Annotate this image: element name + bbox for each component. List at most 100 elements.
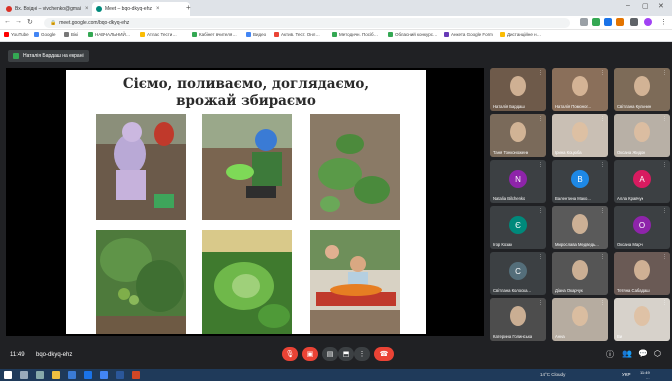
tile-more-icon[interactable]: ⋮ (538, 254, 543, 260)
bookmark-item[interactable]: Анкета Google Form (444, 32, 493, 37)
tile-more-icon[interactable]: ⋮ (600, 254, 605, 260)
captions-button[interactable]: ▤ (322, 347, 338, 361)
new-tab-button[interactable]: + (186, 3, 191, 12)
bookmark-item[interactable]: Атлас Тести… (140, 32, 177, 37)
participant-name: Natalia Bilchenko (493, 196, 526, 201)
tile-more-icon[interactable]: ⋮ (600, 300, 605, 306)
participant-tile[interactable]: ⋮ Світлана Кульчин (614, 68, 670, 111)
tile-more-icon[interactable]: ⋮ (662, 162, 667, 168)
extension-icon[interactable] (616, 18, 624, 26)
weather-widget[interactable]: 14°C Cloudy (540, 372, 565, 377)
tab-meet[interactable]: Meet – bqo-dkyq-ehz × (92, 2, 190, 16)
task-view-icon[interactable] (36, 371, 44, 379)
bookmark-icon (140, 32, 145, 37)
close-icon[interactable]: × (85, 6, 89, 12)
present-button[interactable]: ⬒ (338, 347, 354, 361)
present-icon: ⬒ (342, 351, 350, 358)
tile-more-icon[interactable]: ⋮ (600, 116, 605, 122)
bookmark-item[interactable]: Google (34, 32, 56, 37)
bookmark-item[interactable]: Видео (246, 32, 266, 37)
menu-icon[interactable]: ⋮ (660, 18, 667, 26)
participant-name: Оксана Жидок (617, 150, 646, 155)
forward-icon[interactable]: → (15, 18, 22, 25)
tab-gmail[interactable]: Вх. Вхідні – vivchenko@gmai × (2, 2, 98, 16)
tile-more-icon[interactable]: ⋮ (662, 70, 667, 76)
tile-more-icon[interactable]: ⋮ (600, 70, 605, 76)
participant-tile[interactable]: Є ⋮ Ігор Козак (490, 206, 546, 249)
file-explorer-icon[interactable] (52, 371, 60, 379)
participant-avatar: О (633, 216, 651, 234)
reload-icon[interactable]: ↻ (27, 18, 33, 26)
powerpoint-icon[interactable] (132, 371, 140, 379)
tile-more-icon[interactable]: ⋮ (538, 208, 543, 214)
participant-tile[interactable]: ⋮ Таня Тонконоженк (490, 114, 546, 157)
participant-tile[interactable]: В ⋮ Валентина Мако... (552, 160, 608, 203)
participant-tile[interactable]: ⋮ Ірина Коцюба (552, 114, 608, 157)
windows-start-icon[interactable] (4, 371, 12, 379)
language-indicator[interactable]: УКР (622, 372, 630, 377)
bookmark-item[interactable]: Вікі (64, 32, 78, 37)
bookmark-item[interactable]: Дистанційне н… (500, 32, 541, 37)
app-icon[interactable] (84, 371, 92, 379)
bookmark-item[interactable]: Обласний конкурс… (388, 32, 438, 37)
address-bar[interactable]: 🔒 meet.google.com/bqo-dkyq-ehz (44, 18, 570, 28)
bookmark-item[interactable]: YouTube (4, 32, 29, 37)
info-icon[interactable]: ⓘ (606, 349, 614, 360)
bookmark-icon (332, 32, 337, 37)
search-icon[interactable] (20, 371, 28, 379)
participant-face (572, 214, 588, 234)
camera-toggle-button[interactable]: ▣ (302, 347, 318, 361)
participant-tile[interactable]: ⋮ Наталія Бардаш (490, 68, 546, 111)
bookmark-item[interactable]: НАВЧАЛЬНИЙ… (88, 32, 130, 37)
bookmark-label: Анкета Google Form (451, 32, 493, 37)
participant-tile[interactable]: ⋮ Катерина Голинська (490, 298, 546, 341)
tile-more-icon[interactable]: ⋮ (662, 208, 667, 214)
people-icon[interactable]: 👥 (622, 349, 632, 358)
participant-name: Тетяна Сабадаш (617, 288, 650, 293)
participant-tile[interactable]: N ⋮ Natalia Bilchenko (490, 160, 546, 203)
bookmark-item[interactable]: Кабінет вчителя… (192, 32, 237, 37)
activities-icon[interactable]: ⬡ (654, 349, 661, 358)
tile-more-icon[interactable]: ⋮ (662, 254, 667, 260)
app-icon[interactable] (68, 371, 76, 379)
tile-more-icon[interactable]: ⋮ (662, 116, 667, 122)
chat-icon[interactable]: 💬 (638, 349, 648, 358)
participant-tile[interactable]: ⋮ Діана Окарчук (552, 252, 608, 295)
word-icon[interactable] (116, 371, 124, 379)
close-icon[interactable]: × (156, 6, 160, 12)
participant-tile[interactable]: С ⋮ Світлана Колоска... (490, 252, 546, 295)
mic-toggle-button[interactable]: 🎙 (282, 347, 298, 361)
participant-tile[interactable]: А ⋮ Алла Кравчук (614, 160, 670, 203)
tile-more-icon[interactable]: ⋮ (600, 208, 605, 214)
tile-more-icon[interactable]: ⋮ (538, 116, 543, 122)
bookmark-item[interactable]: Методичн. Посіб… (332, 32, 378, 37)
tile-more-icon[interactable]: ⋮ (600, 162, 605, 168)
participant-tile[interactable]: ⋮ Наталія Помоног... (552, 68, 608, 111)
chrome-icon[interactable] (100, 371, 108, 379)
leave-call-button[interactable]: ☎ (374, 347, 394, 361)
participant-face (572, 76, 588, 96)
tile-more-icon[interactable]: ⋮ (538, 70, 543, 76)
tile-more-icon[interactable]: ⋮ (538, 300, 543, 306)
participant-tile[interactable]: ⋮ Мирослава Медведь... (552, 206, 608, 249)
more-options-button[interactable]: ⋮ (354, 347, 370, 361)
system-clock[interactable]: 11:49 … (640, 370, 650, 380)
extension-icon[interactable] (604, 18, 612, 26)
participant-tile[interactable]: ⋮ Тетяна Сабадаш (614, 252, 670, 295)
participant-tile[interactable]: ⋮ Анна (552, 298, 608, 341)
tile-more-icon[interactable]: ⋮ (538, 162, 543, 168)
participant-tile[interactable]: ⋮ Оксана Жидок (614, 114, 670, 157)
close-window-icon[interactable]: ✕ (658, 2, 664, 10)
back-icon[interactable]: ← (4, 18, 11, 25)
extensions-puzzle-icon[interactable] (630, 18, 638, 26)
participant-avatar: А (633, 170, 651, 188)
extension-icon[interactable] (592, 18, 600, 26)
minimize-icon[interactable]: – (626, 2, 630, 9)
participant-tile[interactable]: О ⋮ Оксана Марч (614, 206, 670, 249)
profile-avatar[interactable] (644, 18, 652, 26)
tile-more-icon[interactable]: ⋮ (662, 300, 667, 306)
maximize-icon[interactable]: ▢ (642, 2, 649, 10)
extension-icon[interactable] (580, 18, 588, 26)
participant-tile[interactable]: ⋮ Ви (614, 298, 670, 341)
bookmark-item[interactable]: Актив. Тест. Онл… (274, 32, 320, 37)
